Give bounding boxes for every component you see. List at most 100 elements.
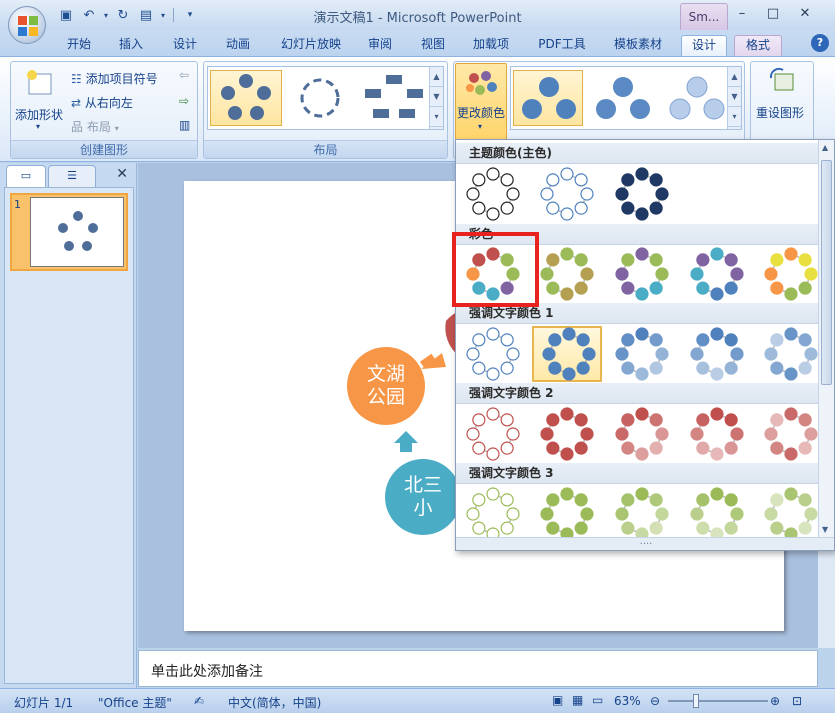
tab-animations[interactable]: 动画 xyxy=(219,35,257,56)
layout-option-basic-cycle[interactable] xyxy=(210,70,282,126)
scroll-up-icon[interactable]: ▲ xyxy=(430,67,443,87)
scroll-down-icon[interactable]: ▼ xyxy=(728,87,741,107)
segmented-cycle-icon xyxy=(300,78,340,118)
gallery-more-icon[interactable]: ▾ xyxy=(430,107,443,127)
zoom-out-icon[interactable]: ⊖ xyxy=(650,694,660,708)
layout-gallery-scroll[interactable]: ▲ ▼ ▾ xyxy=(429,67,443,129)
color-option-0-0[interactable] xyxy=(458,166,528,222)
color-option-2-0[interactable] xyxy=(458,326,528,382)
layout-dropdown-icon: ▾ xyxy=(114,124,119,133)
color-option-2-3[interactable] xyxy=(682,326,752,382)
tab-view[interactable]: 视图 xyxy=(414,35,452,56)
add-bullet-button[interactable]: ☷ 添加项目符号 xyxy=(71,70,158,87)
color-option-3-4[interactable] xyxy=(756,406,826,462)
gallery-more-icon[interactable]: ▾ xyxy=(728,107,741,127)
arrow-shaft xyxy=(400,442,412,452)
normal-view-icon[interactable]: ▣ xyxy=(552,693,563,707)
zoom-slider-thumb[interactable] xyxy=(693,694,699,708)
color-option-3-2[interactable] xyxy=(607,406,677,462)
color-option-2-1[interactable] xyxy=(532,326,602,382)
tab-slides[interactable]: ▭ xyxy=(6,165,46,187)
color-option-3-1[interactable] xyxy=(532,406,602,462)
cycle-preview-icon xyxy=(466,167,520,221)
tab-outline[interactable]: ☰ xyxy=(48,165,96,187)
demote-icon[interactable]: ⇨ xyxy=(179,94,189,108)
cycle-node-beisanxiao[interactable]: 北三 小 xyxy=(385,459,461,535)
scroll-up-icon[interactable]: ▲ xyxy=(822,143,828,152)
cycle-preview-icon xyxy=(764,407,818,461)
notes-pane[interactable]: 单击此处添加备注 xyxy=(138,650,818,687)
reset-graphic-button[interactable]: 重设图形 xyxy=(754,66,810,126)
color-option-1-2[interactable] xyxy=(607,246,677,302)
office-button[interactable] xyxy=(8,6,46,44)
maximize-button[interactable]: □ xyxy=(760,5,786,23)
cycle-preview-icon xyxy=(764,327,818,381)
scroll-up-icon[interactable]: ▲ xyxy=(728,67,741,87)
powerpoint-window: ▣ ↶ ▾ ↻ ▤ ▾ ▾ 演示文稿1 - Microsoft PowerPoi… xyxy=(0,0,835,713)
tab-smartart-design[interactable]: 设计 xyxy=(681,35,727,56)
style-option-3[interactable] xyxy=(661,70,731,126)
cycle-node-wenhu-park[interactable]: 文湖 公园 xyxy=(347,347,425,425)
zoom-level[interactable]: 63% xyxy=(614,694,641,708)
right-to-left-button[interactable]: ⇄ 从右向左 xyxy=(71,94,133,111)
style-gallery-scroll[interactable]: ▲ ▼ ▾ xyxy=(727,67,741,129)
help-icon[interactable]: ? xyxy=(811,34,829,52)
resize-grip[interactable]: .... xyxy=(456,537,834,550)
cycle-preview-icon xyxy=(540,167,594,221)
color-option-1-0[interactable] xyxy=(458,246,528,302)
zoom-slider[interactable] xyxy=(668,700,768,702)
color-option-4-0[interactable] xyxy=(458,486,528,542)
spell-check-icon[interactable]: ✍ xyxy=(194,694,204,708)
change-colors-dropdown: 主题颜色(主色) 彩色 强调文字颜色 1 强调文字颜色 2 强调文字颜色 3 ▲… xyxy=(455,139,835,551)
change-colors-button[interactable]: 更改颜色 ▾ xyxy=(455,63,507,143)
cycle-preview-icon xyxy=(466,247,520,301)
tab-review[interactable]: 审阅 xyxy=(361,35,399,56)
color-option-4-2[interactable] xyxy=(607,486,677,542)
dropdown-scroll-thumb[interactable] xyxy=(821,160,832,385)
color-option-4-1[interactable] xyxy=(532,486,602,542)
fit-to-window-icon[interactable]: ⊡ xyxy=(792,694,802,708)
color-option-4-3[interactable] xyxy=(682,486,752,542)
style-option-1[interactable] xyxy=(513,70,583,126)
color-option-2-4[interactable] xyxy=(756,326,826,382)
tab-design[interactable]: 设计 xyxy=(166,35,204,56)
layout-option-segmented-cycle[interactable] xyxy=(284,70,356,126)
slideshow-view-icon[interactable]: ▭ xyxy=(592,693,603,707)
color-option-0-1[interactable] xyxy=(532,166,602,222)
node-text: 北三 小 xyxy=(403,474,442,519)
minimize-button[interactable]: – xyxy=(729,5,755,23)
scroll-down-icon[interactable]: ▼ xyxy=(430,87,443,107)
slide-info: 幻灯片 1/1 xyxy=(14,696,74,710)
tab-slideshow[interactable]: 幻灯片放映 xyxy=(273,35,349,56)
close-button[interactable]: ✕ xyxy=(792,5,818,23)
tab-home[interactable]: 开始 xyxy=(60,35,98,56)
color-option-1-4[interactable] xyxy=(756,246,826,302)
scroll-down-icon[interactable]: ▼ xyxy=(822,525,828,534)
arrow-up-icon xyxy=(394,431,418,443)
color-option-1-1[interactable] xyxy=(532,246,602,302)
color-option-2-2[interactable] xyxy=(607,326,677,382)
color-option-1-3[interactable] xyxy=(682,246,752,302)
color-option-3-0[interactable] xyxy=(458,406,528,462)
pane-close-icon[interactable]: ✕ xyxy=(116,166,128,182)
tab-pdf-tools[interactable]: PDF工具 xyxy=(530,35,594,56)
tab-insert[interactable]: 插入 xyxy=(112,35,150,56)
slide-sorter-icon[interactable]: ▦ xyxy=(572,693,583,707)
layout-option-block-cycle[interactable] xyxy=(358,70,430,126)
slide-thumbnail-1[interactable]: 1 xyxy=(10,193,128,271)
zoom-in-icon[interactable]: ⊕ xyxy=(770,694,780,708)
promote-icon[interactable]: ⇦ xyxy=(179,68,189,82)
tab-addins[interactable]: 加载项 xyxy=(467,35,515,56)
dropdown-scrollbar[interactable]: ▲ ▼ xyxy=(818,140,834,538)
color-option-0-2[interactable] xyxy=(607,166,677,222)
add-shape-button[interactable]: 添加形状 ▾ xyxy=(15,66,63,138)
add-shape-label: 添加形状 xyxy=(15,108,64,122)
tab-template-materials[interactable]: 模板素材 xyxy=(607,35,669,56)
text-pane-icon[interactable]: ▥ xyxy=(179,118,190,132)
cycle-preview-icon xyxy=(615,407,669,461)
color-option-4-4[interactable] xyxy=(756,486,826,542)
tab-smartart-format[interactable]: 格式 xyxy=(734,35,782,56)
layout-button[interactable]: 品 布局 ▾ xyxy=(71,118,119,135)
color-option-3-3[interactable] xyxy=(682,406,752,462)
style-option-2[interactable] xyxy=(587,70,657,126)
